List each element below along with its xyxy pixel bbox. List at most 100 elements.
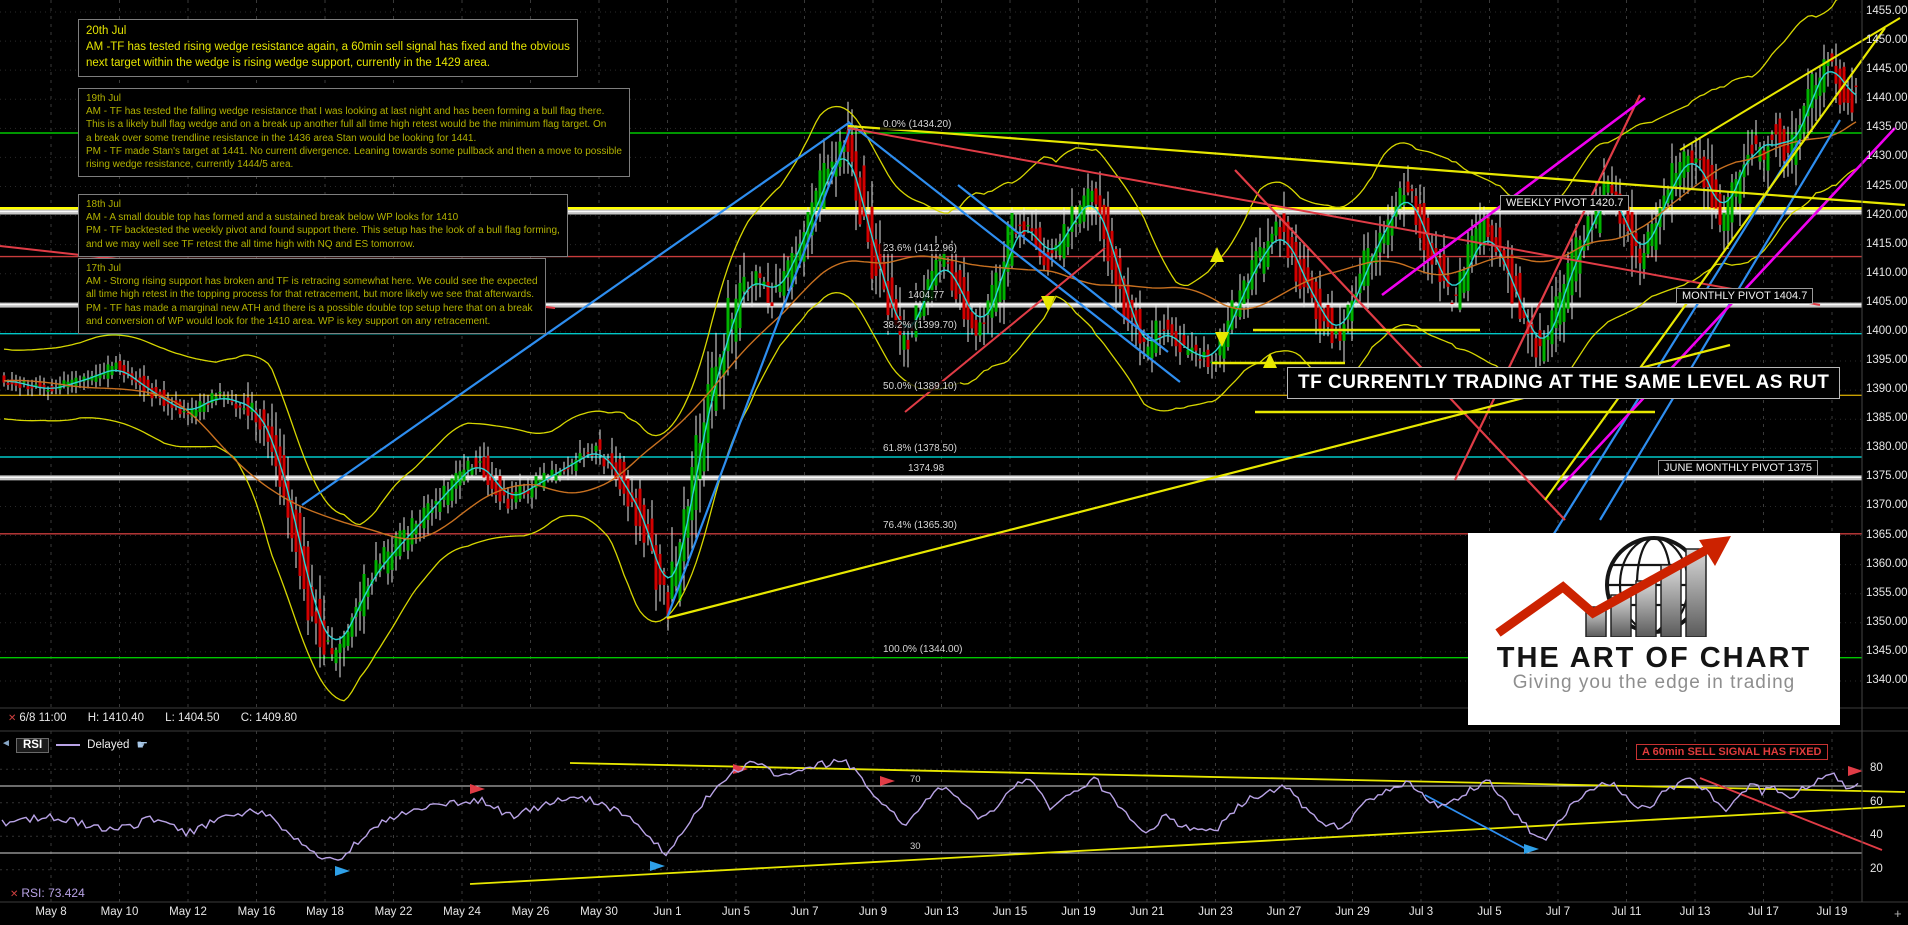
pivot-label[interactable]: JUNE MONTHLY PIVOT 1375 (1658, 460, 1818, 477)
date-axis-label: Jun 29 (1335, 906, 1370, 918)
rsi-overbought-label: 70 (908, 774, 923, 785)
plus-icon[interactable]: + (1894, 906, 1902, 921)
date-axis-label: May 30 (580, 906, 618, 918)
crosshair-marker-icon: ✕ (8, 713, 17, 724)
price-axis-label: 1440.00 (1866, 92, 1908, 105)
rsi-study-tab[interactable]: RSI (16, 737, 50, 753)
price-axis-label: 1365.00 (1866, 528, 1908, 541)
price-axis-label: 1400.00 (1866, 324, 1908, 337)
date-axis-label: Jul 7 (1545, 906, 1571, 918)
date-axis-label: May 24 (443, 906, 481, 918)
rsi-axis-label: 40 (1870, 829, 1883, 842)
rsi-readout-label: RSI: (21, 886, 45, 900)
note-line: PM - TF has made a marginal new ATH and … (86, 302, 533, 314)
note-line: AM -TF has tested rising wedge resistanc… (86, 41, 570, 54)
price-axis-label: 1355.00 (1866, 586, 1908, 599)
logo-tagline: Giving you the edge in trading (1512, 672, 1796, 694)
price-mark-label[interactable]: 1374.98 (905, 463, 948, 475)
fib-level-label[interactable]: 50.0% (1389.10) (880, 381, 960, 393)
rsi-readout-value: 73.424 (48, 886, 85, 900)
sell-signal-label[interactable]: A 60min SELL SIGNAL HAS FIXED (1636, 744, 1828, 760)
art-of-chart-logo: THE ART OF CHART Giving you the edge in … (1468, 533, 1840, 725)
note-box-19th-jul[interactable]: 19th Jul AM - TF has tested the falling w… (78, 88, 630, 178)
date-axis-label: May 10 (100, 906, 139, 918)
note-line: AM - Strong rising support has broken an… (86, 276, 538, 288)
date-axis-label: Jun 9 (858, 906, 888, 918)
rsi-axis-label: 20 (1870, 862, 1883, 875)
date-axis-label: Jul 17 (1748, 906, 1779, 918)
note-line: all time high retest in the topping proc… (86, 289, 534, 301)
date-axis-label: Jun 5 (721, 906, 751, 918)
rut-comparison-callout[interactable]: TF CURRENTLY TRADING AT THE SAME LEVEL A… (1287, 367, 1841, 399)
note-box-20th-jul[interactable]: 20th Jul AM -TF has tested rising wedge r… (78, 19, 578, 78)
date-axis-label: May 16 (237, 906, 276, 918)
date-axis-label: May 22 (374, 906, 413, 918)
price-axis-label: 1390.00 (1866, 383, 1908, 396)
hand-cursor-icon[interactable]: ☛ (136, 737, 148, 753)
fib-level-label[interactable]: 61.8% (1378.50) (880, 443, 960, 454)
price-axis-label: 1350.00 (1866, 615, 1908, 628)
date-axis-label: Jul 5 (1477, 906, 1502, 918)
price-axis-label: 1445.00 (1866, 63, 1908, 76)
price-axis-label: 1360.00 (1866, 557, 1908, 570)
pivot-label[interactable]: WEEKLY PIVOT 1420.7 (1500, 194, 1630, 211)
trading-chart-window: 20th Jul AM -TF has tested rising wedge r… (0, 0, 1908, 925)
date-axis-label: Jul 3 (1408, 906, 1434, 918)
price-mark-label[interactable]: 1404.77 (905, 290, 948, 302)
date-axis-label: May 8 (35, 906, 67, 918)
note-line: next target within the wedge is rising w… (86, 57, 491, 70)
date-axis-label: Jun 15 (992, 906, 1028, 918)
date-axis-label: Jun 7 (790, 906, 819, 918)
note-line: AM - TF has tested the falling wedge res… (86, 106, 605, 118)
fib-level-label[interactable]: 23.6% (1412.96) (880, 242, 960, 254)
date-axis-label: Jul 13 (1679, 906, 1711, 918)
date-axis-label: Jun 13 (924, 906, 959, 918)
pane-collapse-icon[interactable]: ◄ (1, 738, 11, 749)
fib-level-label[interactable]: 100.0% (1344.00) (880, 643, 966, 655)
note-line: PM - TF backtested the weekly pivot and … (86, 225, 560, 237)
rsi-legend: RSI Delayed ☛ (16, 737, 148, 753)
status-time: 6/8 11:00 (19, 712, 67, 724)
date-axis-label: Jun 1 (653, 906, 682, 918)
note-box-18th-jul[interactable]: 18th Jul AM - A small double top has form… (78, 194, 568, 257)
price-axis-label: 1370.00 (1866, 499, 1908, 512)
note-box-17th-jul[interactable]: 17th Jul AM - Strong rising support has b… (78, 258, 546, 334)
price-axis-label: 1425.00 (1866, 179, 1908, 192)
note-date: 18th Jul (86, 199, 122, 210)
date-axis-label: May 12 (169, 906, 207, 918)
price-axis-label: 1450.00 (1866, 34, 1908, 47)
rsi-axis-label: 60 (1870, 795, 1883, 808)
logo-graphic (1495, 536, 1731, 638)
price-axis-label: 1455.00 (1866, 5, 1908, 17)
pivot-label[interactable]: MONTHLY PIVOT 1404.7 (1676, 287, 1814, 304)
note-date: 17th Jul (86, 263, 122, 274)
price-axis-label: 1345.00 (1866, 644, 1908, 657)
ohlc-status-bar: ✕ 6/8 11:00 H: 1410.40 L: 1404.50 C: 1409… (8, 712, 315, 724)
price-axis-label: 1410.00 (1866, 266, 1908, 279)
note-line: a break over some trendline resistance i… (86, 132, 477, 144)
price-axis-label: 1395.00 (1866, 354, 1908, 367)
price-axis-label: 1420.00 (1866, 208, 1908, 221)
date-axis-label: May 18 (306, 906, 344, 918)
fib-level-label[interactable]: 76.4% (1365.30) (880, 519, 960, 531)
note-line: PM - TF made Stan's target at 1441. No c… (86, 145, 622, 157)
price-axis-label: 1385.00 (1866, 412, 1908, 425)
status-close: C: 1409.80 (240, 712, 297, 724)
date-axis-label: Jun 27 (1266, 906, 1302, 918)
note-line: rising wedge resistance, currently 1444/… (86, 158, 294, 170)
rsi-legend-label: Delayed (87, 739, 130, 751)
rsi-oversold-label: 30 (908, 841, 923, 852)
date-axis-label: Jul 19 (1816, 906, 1848, 918)
note-line: and conversion of WP would look for the … (86, 315, 491, 327)
fib-level-label[interactable]: 0.0% (1434.20) (880, 118, 955, 130)
rsi-line-swatch (56, 744, 81, 746)
note-line: This is a likely bull flag wedge and on … (86, 119, 607, 131)
note-date: 20th Jul (86, 25, 127, 37)
fib-level-label[interactable]: 38.2% (1399.70) (880, 319, 960, 331)
date-axis-label: Jun 21 (1129, 906, 1165, 918)
note-line: and we may well see TF retest the all ti… (86, 238, 415, 250)
price-axis-label: 1375.00 (1866, 470, 1908, 483)
date-axis-label: Jun 23 (1198, 906, 1233, 918)
price-axis-label: 1415.00 (1866, 237, 1908, 250)
status-low: L: 1404.50 (165, 712, 220, 724)
